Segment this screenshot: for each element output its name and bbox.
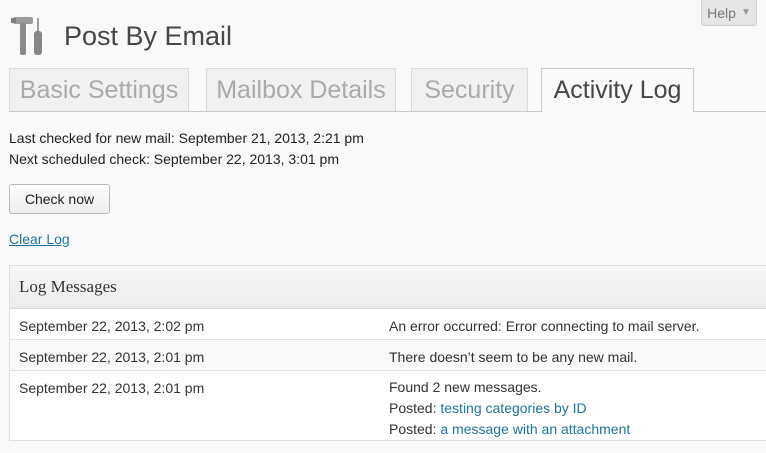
tab-security[interactable]: Security (411, 68, 528, 111)
tab-activity-log[interactable]: Activity Log (541, 68, 694, 112)
last-checked-text: Last checked for new mail: September 21,… (9, 130, 364, 146)
page-title: Post By Email (64, 20, 233, 51)
status-info: Last checked for new mail: September 21,… (9, 128, 364, 170)
table-row: September 22, 2013, 2:01 pm Found 2 new … (10, 371, 766, 442)
table-row: September 22, 2013, 2:02 pm An error occ… (10, 309, 766, 340)
posted-prefix: Posted: (389, 421, 437, 437)
log-date: September 22, 2013, 2:01 pm (19, 380, 205, 396)
posted-prefix: Posted: (389, 400, 437, 416)
table-row: September 22, 2013, 2:01 pm There doesn’… (10, 340, 766, 371)
log-message: Found 2 new messages. (389, 379, 542, 395)
next-check-text: Next scheduled check: September 22, 2013… (9, 151, 339, 167)
tab-bar: Basic Settings Mailbox Details Security … (9, 68, 766, 112)
help-button[interactable]: Help ▼ (701, 0, 757, 26)
log-table-header: Log Messages (10, 266, 766, 309)
page-header: Post By Email (10, 14, 232, 58)
clear-log-link[interactable]: Clear Log (9, 231, 70, 247)
posted-line: Posted: testing categories by ID (389, 398, 766, 419)
posted-link[interactable]: a message with an attachment (440, 421, 630, 437)
posted-line: Posted: a message with an attachment (389, 419, 766, 440)
tools-icon (11, 17, 42, 55)
check-now-button[interactable]: Check now (9, 184, 110, 214)
log-message: An error occurred: Error connecting to m… (389, 318, 700, 334)
tab-mailbox-details[interactable]: Mailbox Details (206, 68, 396, 111)
chevron-down-icon: ▼ (740, 7, 751, 18)
log-date: September 22, 2013, 2:01 pm (19, 349, 205, 365)
log-message: There doesn’t seem to be any new mail. (389, 349, 638, 365)
tab-basic-settings[interactable]: Basic Settings (9, 68, 189, 111)
posted-link[interactable]: testing categories by ID (440, 400, 586, 416)
log-messages-table: Log Messages September 22, 2013, 2:02 pm… (9, 265, 766, 441)
log-message-group: Found 2 new messages. Posted: testing ca… (389, 371, 766, 442)
help-label: Help (707, 4, 736, 21)
log-date: September 22, 2013, 2:02 pm (19, 318, 205, 334)
